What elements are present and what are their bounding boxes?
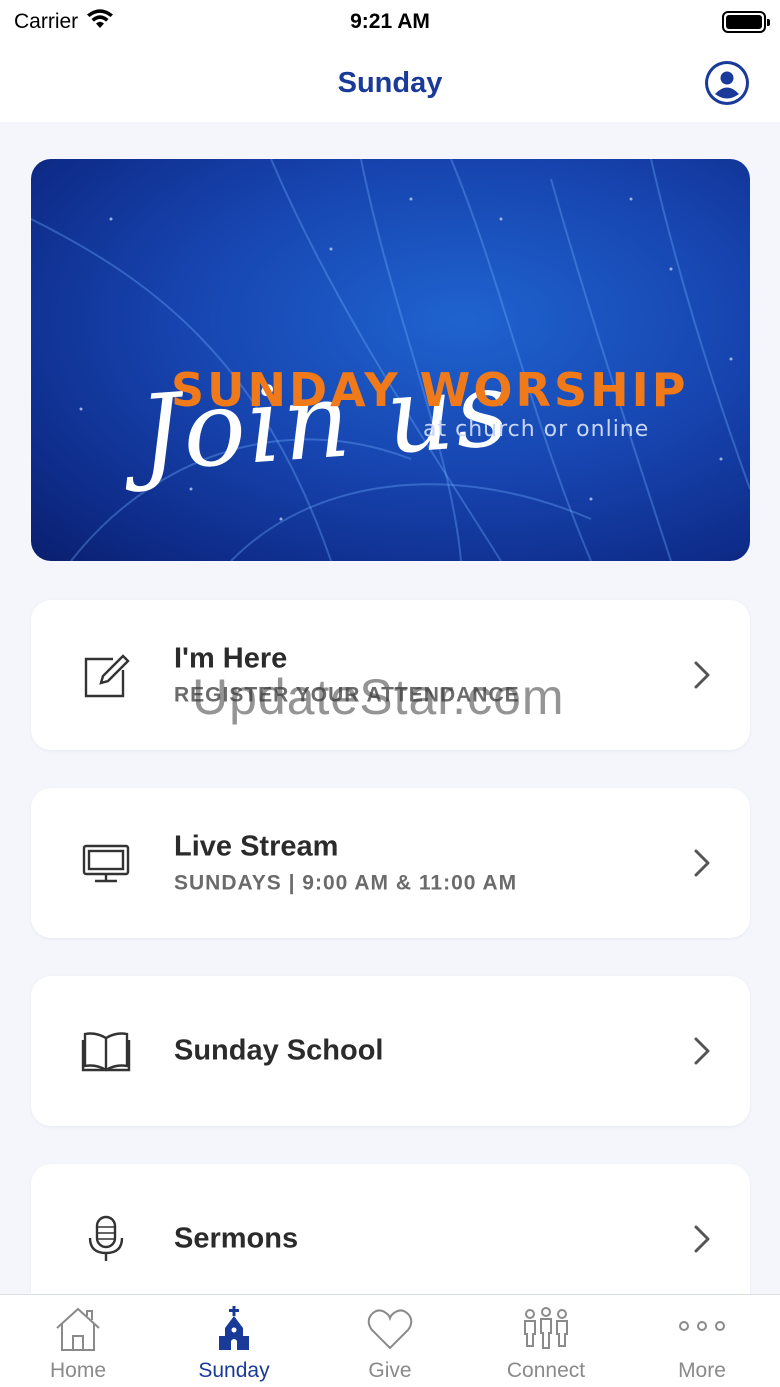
tab-label: Home (49, 1359, 107, 1382)
tab-connect[interactable]: Connect (468, 1295, 624, 1387)
home-icon (53, 1305, 103, 1353)
tab-sunday[interactable]: Sunday (156, 1295, 312, 1387)
more-icon (677, 1305, 727, 1353)
people-icon (521, 1305, 571, 1353)
status-time: 9:21 AM (350, 10, 430, 33)
church-icon (209, 1305, 259, 1353)
chevron-right-icon (694, 661, 710, 689)
banner-subline: at church or online (423, 417, 650, 442)
card-sermons[interactable]: Sermons (31, 1164, 750, 1314)
tab-label: Give (368, 1359, 412, 1382)
card-sunday-school[interactable]: Sunday School (31, 976, 750, 1126)
card-title: Live Stream (174, 830, 339, 863)
book-icon (81, 1026, 131, 1076)
worship-banner[interactable]: Join us SUNDAY WORSHIP at church or onli… (31, 159, 750, 561)
tab-label: Connect (506, 1359, 586, 1382)
page-title: Sunday (337, 66, 443, 99)
card-title: Sermons (174, 1222, 299, 1255)
card-text: Sunday School (174, 1035, 383, 1068)
profile-button[interactable] (705, 61, 749, 105)
carrier-label: Carrier (14, 10, 79, 33)
wifi-icon (86, 8, 114, 36)
edit-icon (81, 650, 131, 700)
tab-give[interactable]: Give (312, 1295, 468, 1387)
chevron-right-icon (694, 1037, 710, 1065)
card-text: Sermons (174, 1223, 298, 1256)
chevron-right-icon (694, 1225, 710, 1253)
card-im-here[interactable]: I'm Here REGISTER YOUR ATTENDANCE (31, 600, 750, 750)
tab-bar: Home Sunday Give Connect More (0, 1294, 780, 1387)
microphone-icon (81, 1214, 131, 1264)
card-text: I'm Here REGISTER YOUR ATTENDANCE (174, 643, 520, 708)
card-subtitle: REGISTER YOUR ATTENDANCE (174, 683, 520, 707)
card-text: Live Stream SUNDAYS | 9:00 AM & 11:00 AM (174, 831, 517, 896)
nav-header: Sunday (0, 44, 780, 122)
tab-more[interactable]: More (624, 1295, 780, 1387)
banner-headline: SUNDAY WORSHIP (171, 363, 689, 417)
chevron-right-icon (694, 849, 710, 877)
card-title: Sunday School (174, 1034, 384, 1067)
battery-icon (722, 11, 770, 33)
user-icon (708, 64, 746, 102)
tab-home[interactable]: Home (0, 1295, 156, 1387)
monitor-icon (81, 838, 131, 888)
card-title: I'm Here (174, 642, 288, 675)
card-live-stream[interactable]: Live Stream SUNDAYS | 9:00 AM & 11:00 AM (31, 788, 750, 938)
status-bar: Carrier 9:21 AM (0, 0, 780, 44)
tab-label: Sunday (198, 1359, 270, 1382)
heart-icon (365, 1305, 415, 1353)
tab-label: More (678, 1359, 726, 1382)
card-subtitle: SUNDAYS | 9:00 AM & 11:00 AM (174, 871, 518, 895)
